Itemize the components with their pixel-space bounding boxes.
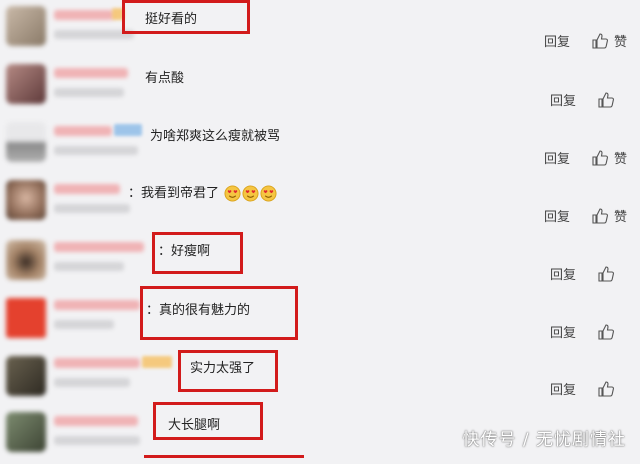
like-button[interactable]: 赞	[592, 206, 627, 225]
comment-actions: 回复	[550, 322, 620, 341]
username[interactable]	[54, 242, 144, 252]
like-label: 赞	[614, 35, 628, 50]
avatar[interactable]	[6, 6, 46, 46]
timestamp	[54, 262, 124, 271]
comment-text: 为啥郑爽这么瘦就被骂	[150, 129, 281, 144]
comment-text-value: ：我看到帝君了	[128, 186, 220, 201]
reply-button[interactable]: 回复	[544, 31, 570, 50]
highlight-box	[140, 286, 298, 340]
timestamp	[54, 88, 124, 97]
comment-actions: 回复 赞	[544, 31, 627, 50]
comment-item: ：真的很有魅力的 回复	[0, 286, 640, 348]
badge-icon	[114, 124, 142, 136]
heart-eyes-face-icon	[260, 185, 277, 202]
timestamp	[54, 436, 140, 445]
comment-item: 为啥郑爽这么瘦就被骂 回复 赞	[0, 116, 640, 174]
comment-actions: 回复 赞	[544, 148, 627, 167]
badge-icon	[142, 356, 172, 368]
like-label: 赞	[614, 210, 628, 225]
username[interactable]	[54, 68, 128, 78]
highlight-box	[153, 402, 263, 440]
reply-button[interactable]: 回复	[550, 264, 576, 283]
reply-button[interactable]: 回复	[550, 379, 576, 398]
like-button[interactable]	[598, 91, 620, 108]
highlight-box	[122, 0, 250, 34]
thumbs-up-icon	[592, 207, 609, 224]
watermark: 快传号 / 无忧剧情社	[462, 430, 626, 450]
comment-text: ：我看到帝君了	[128, 182, 277, 202]
username[interactable]	[54, 184, 120, 194]
heart-eyes-face-icon	[224, 185, 241, 202]
timestamp	[54, 320, 114, 329]
heart-eyes-face-icon	[242, 185, 259, 202]
username[interactable]	[54, 10, 114, 20]
username[interactable]	[54, 416, 138, 426]
username[interactable]	[54, 300, 140, 310]
avatar[interactable]	[6, 356, 46, 396]
comment-item: 有点酸 回复	[0, 58, 640, 116]
username[interactable]	[54, 358, 140, 368]
comment-text: 有点酸	[145, 71, 185, 86]
like-button[interactable]	[598, 380, 620, 397]
avatar[interactable]	[6, 240, 46, 280]
comment-actions: 回复	[550, 379, 620, 398]
comment-actions: 回复	[550, 264, 620, 283]
thumbs-up-icon	[598, 380, 615, 397]
reply-button[interactable]: 回复	[544, 148, 570, 167]
comment-item: 挺好看的 回复 赞	[0, 0, 640, 58]
thumbs-up-icon	[598, 91, 615, 108]
thumbs-up-icon	[592, 32, 609, 49]
thumbs-up-icon	[598, 265, 615, 282]
reply-button[interactable]: 回复	[544, 206, 570, 225]
avatar[interactable]	[6, 412, 46, 452]
timestamp	[54, 378, 130, 387]
like-button[interactable]	[598, 323, 620, 340]
like-label: 赞	[614, 152, 628, 167]
highlight-box	[178, 350, 278, 392]
timestamp	[54, 204, 130, 213]
avatar[interactable]	[6, 180, 46, 220]
comment-item: 实力太强了 回复	[0, 348, 640, 406]
avatar[interactable]	[6, 298, 46, 338]
username[interactable]	[54, 126, 112, 136]
thumbs-up-icon	[598, 323, 615, 340]
comment-item: ：好瘦啊 回复	[0, 232, 640, 290]
reply-button[interactable]: 回复	[550, 90, 576, 109]
reply-button[interactable]: 回复	[550, 322, 576, 341]
comment-actions: 回复	[550, 90, 620, 109]
thumbs-up-icon	[592, 149, 609, 166]
timestamp	[54, 146, 138, 155]
like-button[interactable]: 赞	[592, 31, 627, 50]
comment-actions: 回复 赞	[544, 206, 627, 225]
highlight-box	[152, 232, 243, 274]
like-button[interactable]: 赞	[592, 148, 627, 167]
avatar[interactable]	[6, 122, 46, 162]
avatar[interactable]	[6, 64, 46, 104]
comment-item: ：我看到帝君了 回复 赞	[0, 174, 640, 232]
like-button[interactable]	[598, 265, 620, 282]
